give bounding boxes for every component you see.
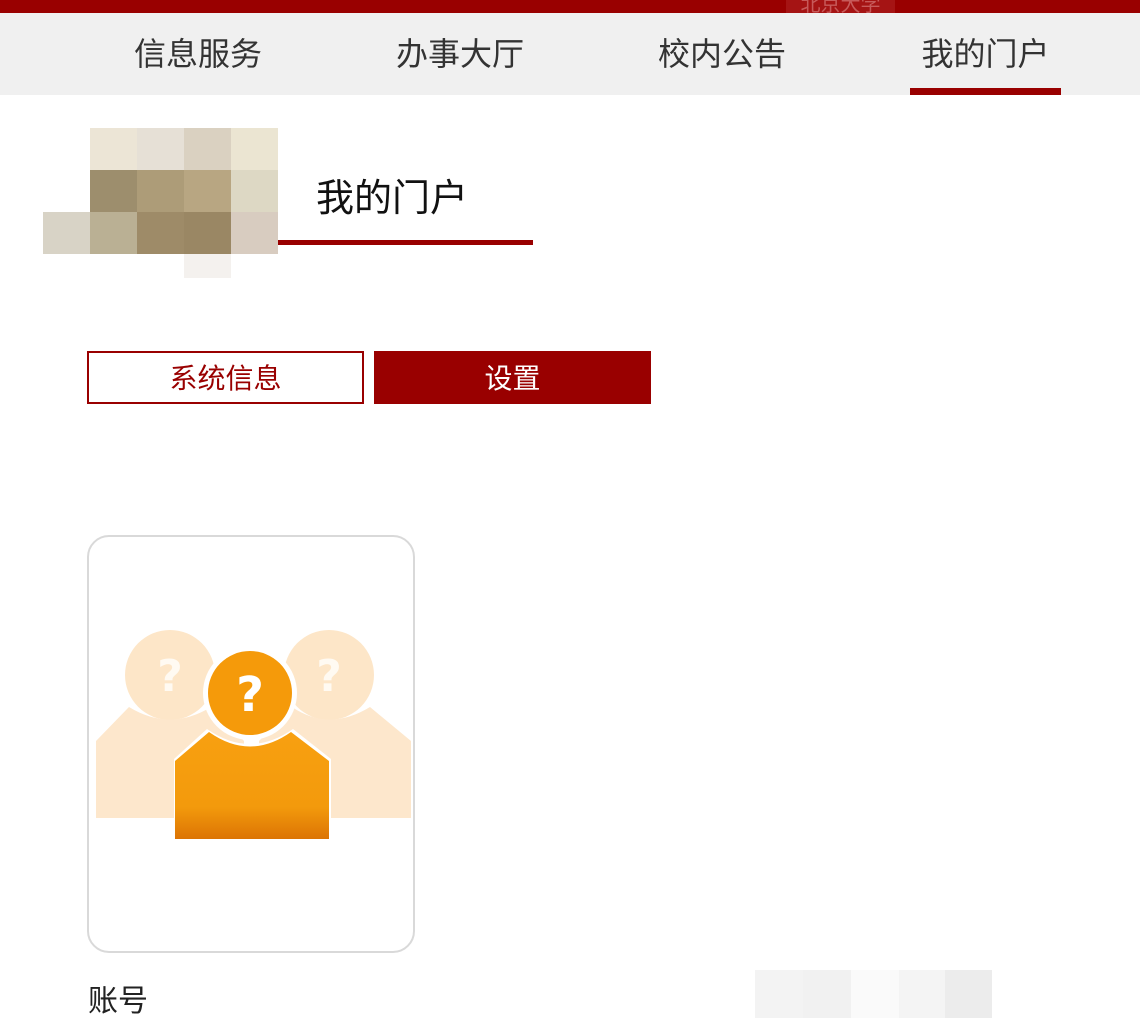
nav-active-indicator (910, 88, 1061, 95)
avatar-card[interactable]: ? ? ? (87, 535, 415, 953)
main-nav: 信息服务 办事大厅 校内公告 我的门户 (0, 13, 1140, 95)
nav-item-my-portal[interactable]: 我的门户 (910, 13, 1061, 95)
nav-item-info-service[interactable]: 信息服务 (128, 13, 268, 95)
svg-text:?: ? (236, 667, 264, 723)
unknown-users-icon: ? ? ? (96, 630, 411, 841)
page-title: 我的门户 (316, 176, 469, 220)
account-value-redacted (755, 970, 992, 1018)
tab-system-info[interactable]: 系统信息 (87, 351, 364, 404)
svg-text:?: ? (316, 651, 342, 702)
nav-item-service-hall[interactable]: 办事大厅 (390, 13, 530, 95)
page-title-underline (278, 240, 533, 245)
account-label: 账号 (88, 984, 148, 1019)
portal-logo-mosaic (43, 128, 278, 278)
svg-text:?: ? (157, 651, 183, 702)
nav-item-campus-notice[interactable]: 校内公告 (652, 13, 792, 95)
nav-item-my-portal-label: 我的门户 (921, 35, 1050, 73)
top-brand-strip: 北京大学 (0, 0, 1140, 13)
top-brand-label: 北京大学 (786, 0, 895, 13)
tab-settings[interactable]: 设置 (374, 351, 651, 404)
